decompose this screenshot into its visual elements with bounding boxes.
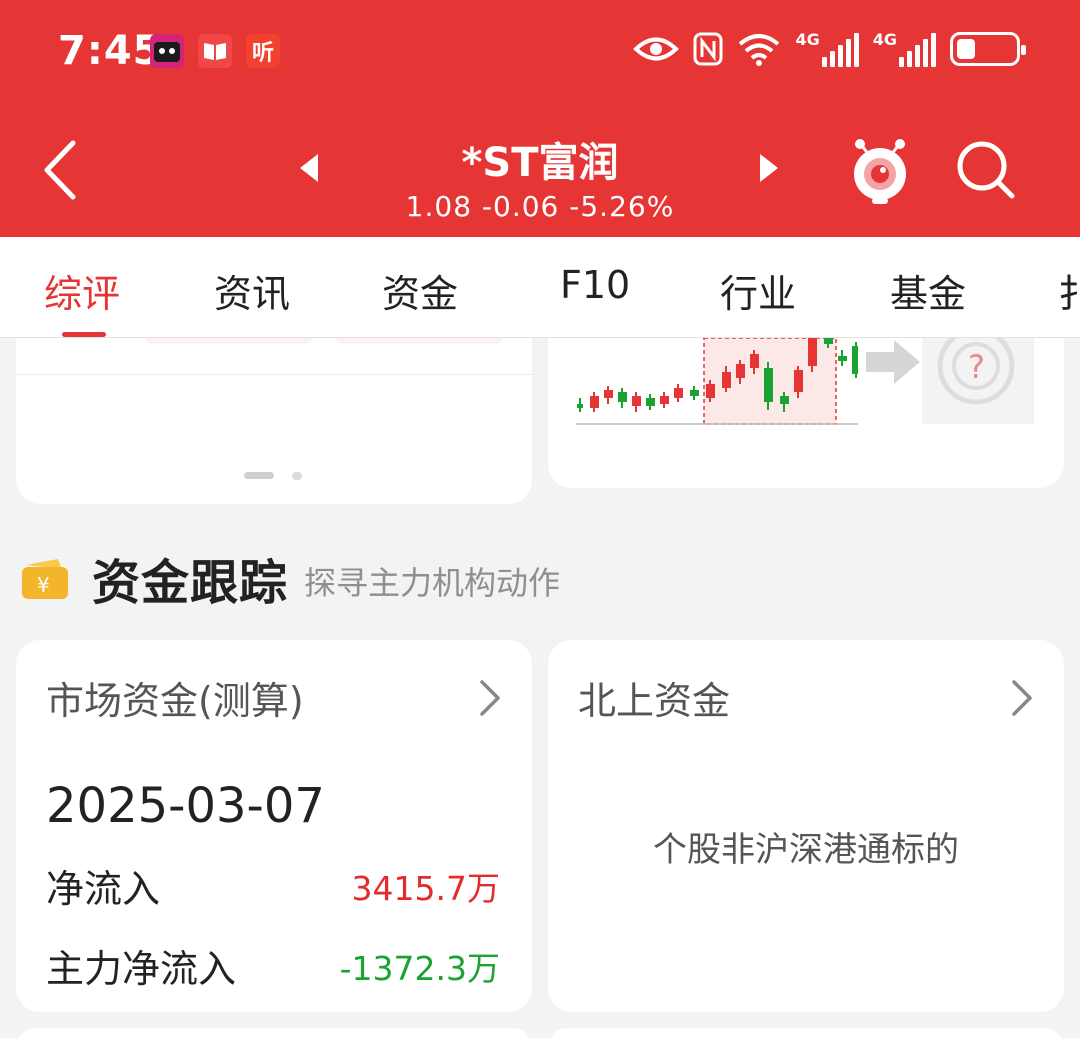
tab-bar: 综评 资讯 资金 F10 行业 基金 扌 bbox=[0, 237, 1080, 338]
data-date: 2025-03-07 bbox=[46, 778, 325, 834]
carousel-dot[interactable] bbox=[292, 472, 302, 480]
northbound-capital-card[interactable]: 北上资金 个股非沪深港通标的 bbox=[548, 640, 1064, 1012]
card-title: 北上资金 bbox=[578, 679, 731, 723]
carousel-dot-active[interactable] bbox=[244, 472, 274, 479]
tab-more[interactable]: 扌 bbox=[1058, 263, 1080, 318]
stock-name: *ST富润 bbox=[461, 140, 619, 186]
top-header: 7:45 听 4G 4G *ST富润 1.08 -0.06 -5.26% bbox=[0, 0, 1080, 237]
main-inflow-label: 主力净流入 bbox=[46, 947, 237, 991]
tab-capital[interactable]: 资金 bbox=[382, 263, 458, 318]
next-card-right[interactable] bbox=[548, 1028, 1064, 1038]
tab-f10[interactable]: F10 bbox=[560, 263, 630, 307]
signal-1-icon: 4G bbox=[795, 30, 859, 67]
divider bbox=[16, 374, 532, 375]
tab-industry[interactable]: 行业 bbox=[720, 263, 796, 318]
next-stock-button[interactable] bbox=[758, 152, 780, 188]
wallet-icon: ¥ bbox=[22, 559, 68, 599]
not-eligible-message: 个股非沪深港通标的 bbox=[653, 830, 959, 870]
chevron-right-icon bbox=[1012, 680, 1032, 716]
svg-text:?: ? bbox=[968, 348, 985, 386]
status-time: 7:45 bbox=[58, 28, 162, 74]
search-icon bbox=[957, 141, 1015, 199]
tab-fund[interactable]: 基金 bbox=[890, 263, 966, 318]
signal-2-icon: 4G bbox=[873, 30, 936, 67]
card-title: 市场资金(测算) bbox=[46, 679, 304, 723]
section-title: 资金跟踪 bbox=[92, 555, 289, 611]
net-inflow-value: 3415.7万 bbox=[351, 869, 500, 908]
net-inflow-label: 净流入 bbox=[46, 867, 161, 911]
active-tab-indicator bbox=[62, 332, 106, 337]
caret-right-icon bbox=[760, 154, 778, 182]
tab-news[interactable]: 资讯 bbox=[214, 263, 290, 318]
battery-icon bbox=[950, 31, 1026, 66]
status-right-icons: 4G 4G bbox=[633, 30, 1026, 67]
section-header: ¥ 资金跟踪 探寻主力机构动作 bbox=[20, 548, 561, 611]
main-inflow-value: -1372.3万 bbox=[339, 949, 500, 988]
stock-quote: 1.08 -0.06 -5.26% bbox=[405, 190, 675, 223]
listen-app-icon: 听 bbox=[246, 34, 280, 68]
wifi-icon bbox=[739, 33, 780, 66]
chevron-right-icon bbox=[480, 680, 500, 716]
section-subtitle: 探寻主力机构动作 bbox=[304, 564, 561, 602]
book-app-icon bbox=[198, 34, 232, 68]
tmall-app-icon bbox=[150, 34, 184, 68]
svg-text:¥: ¥ bbox=[37, 573, 50, 597]
tab-overview[interactable]: 综评 bbox=[44, 263, 120, 318]
market-capital-card[interactable]: 市场资金(测算) 2025-03-07 净流入 3415.7万 主力净流入 -1… bbox=[16, 640, 532, 1012]
status-app-icons: 听 bbox=[150, 34, 280, 68]
next-card-left[interactable] bbox=[16, 1028, 532, 1038]
eye-icon bbox=[633, 37, 680, 60]
assistant-mascot-button[interactable] bbox=[848, 136, 912, 206]
search-button[interactable] bbox=[954, 138, 1018, 202]
nfc-icon bbox=[693, 32, 723, 65]
mascot-icon bbox=[854, 139, 906, 204]
